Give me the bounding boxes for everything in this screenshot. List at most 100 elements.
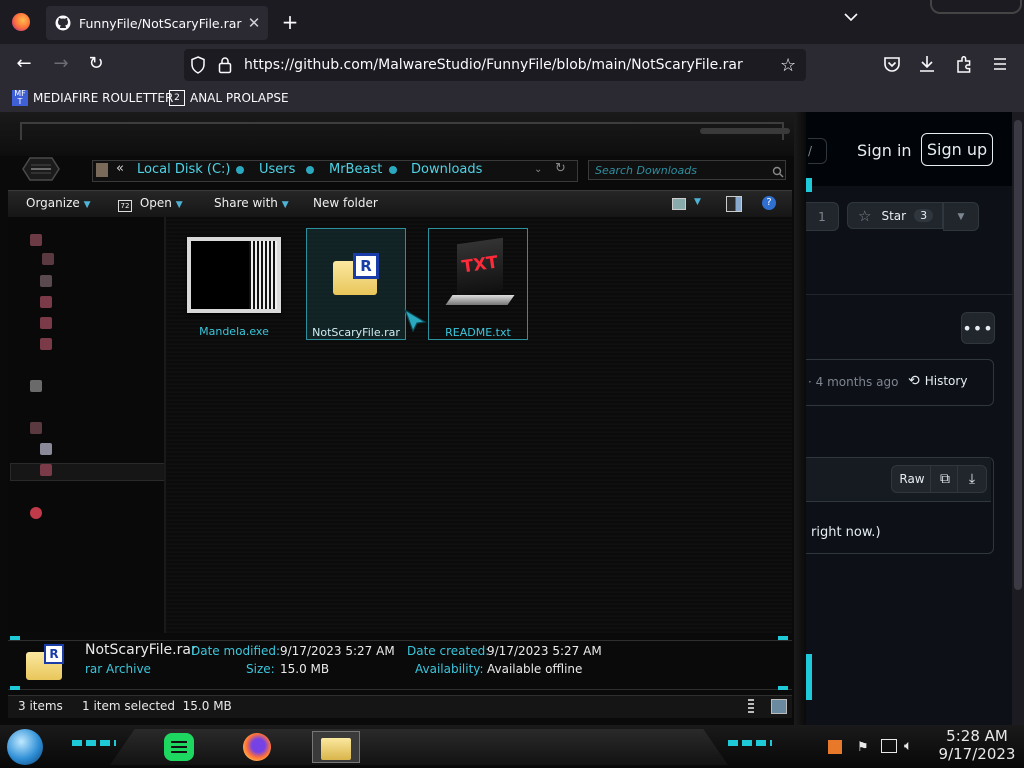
sign-in-link[interactable]: Sign in [857, 141, 912, 160]
scrollbar-thumb[interactable] [1014, 120, 1022, 590]
date-modified-value: 9/17/2023 5:27 AM [280, 644, 395, 658]
preview-pane-icon[interactable] [726, 196, 742, 212]
start-button-icon[interactable] [7, 729, 43, 765]
bookmark-label: ANAL PROLAPSE [190, 91, 289, 105]
frame-light [806, 178, 812, 192]
search-input[interactable]: Search Downloads [588, 160, 786, 180]
open-app-icon: 72 [118, 200, 132, 212]
share-with-button[interactable]: Share with ▼ [214, 196, 289, 210]
star-dropdown-button[interactable]: ▼ [943, 202, 979, 231]
hamburger-menu-icon[interactable] [992, 56, 1008, 72]
shield-icon[interactable] [190, 56, 206, 74]
large-icons-view-icon[interactable] [771, 699, 787, 714]
organize-label: Organize [26, 196, 80, 210]
notification-flag-icon[interactable] [828, 740, 842, 754]
github-header-partial-button: / [808, 138, 827, 164]
firefox-icon[interactable] [240, 731, 274, 763]
new-tab-icon[interactable]: + [280, 10, 300, 34]
favorites-icon[interactable] [30, 234, 42, 246]
copy-button[interactable]: ⧉ [930, 465, 960, 493]
selection-info: 1 item selected 15.0 MB [82, 699, 232, 713]
search-icon[interactable] [772, 163, 784, 178]
file-item-mandela[interactable]: Mandela.exe [184, 228, 284, 340]
breadcrumb-overflow-icon[interactable]: « [116, 161, 124, 176]
exe-thumbnail-icon [187, 237, 281, 313]
breadcrumb-local-disk[interactable]: Local Disk (C:) [137, 162, 230, 177]
details-rar-icon: R [26, 644, 66, 680]
nav-item-icon[interactable] [40, 443, 52, 455]
file-explorer-icon[interactable] [312, 731, 360, 763]
more-options-button[interactable]: ••• [961, 312, 995, 344]
network-tray-icon[interactable] [881, 739, 897, 753]
nav-selected-row[interactable] [10, 463, 165, 481]
titlebar-accent [700, 128, 790, 134]
breadcrumb-separator[interactable] [389, 166, 397, 174]
back-icon[interactable]: ← [12, 52, 36, 76]
flag-icon[interactable]: ⚑ [857, 740, 869, 755]
refresh-icon[interactable]: ↻ [555, 161, 566, 176]
nav-item-icon[interactable] [40, 338, 52, 350]
chevron-down-icon[interactable] [844, 10, 864, 26]
breadcrumb-downloads[interactable]: Downloads [411, 162, 482, 177]
fork-count: 1 [818, 209, 826, 224]
breadcrumb-mrbeast[interactable]: MrBeast [329, 162, 382, 177]
address-dropdown-icon[interactable]: ⌄ [534, 164, 542, 175]
nav-arrows-icon[interactable] [22, 156, 60, 182]
history-link[interactable]: ⟲ History [908, 373, 967, 389]
bookmark-mediafire[interactable]: MF T MEDIAFIRE ROULETTER [12, 89, 173, 107]
blob-text: right now.) [811, 525, 881, 540]
txt-file-icon: TXT [445, 237, 515, 313]
share-with-label: Share with [214, 196, 278, 210]
file-item-readme[interactable]: TXT README.txt [428, 228, 528, 340]
system-clock[interactable]: 5:28 AM 9/17/2023 [930, 728, 1024, 764]
download-raw-button[interactable]: ⤓ [957, 465, 987, 493]
url-text[interactable]: https://github.com/MalwareStudio/FunnyFi… [244, 57, 743, 73]
bookmark-star-icon[interactable]: ☆ [780, 55, 800, 76]
homegroup-icon[interactable] [30, 380, 42, 392]
fork-count-button[interactable]: 1 [805, 202, 839, 231]
reload-icon[interactable]: ↻ [84, 52, 108, 76]
size-label: Size: [246, 662, 275, 676]
new-folder-button[interactable]: New folder [313, 196, 378, 210]
download-icon[interactable] [918, 54, 936, 74]
clock-time: 5:28 AM [946, 727, 1008, 745]
open-label: Open [139, 196, 172, 210]
nav-item-icon[interactable] [40, 275, 52, 287]
pocket-icon[interactable] [883, 55, 901, 73]
help-icon[interactable]: ? [762, 196, 776, 210]
caret-down-icon: ▼ [957, 211, 965, 222]
local-disk-icon[interactable] [40, 464, 52, 476]
nav-item-icon[interactable] [40, 317, 52, 329]
breadcrumb-users[interactable]: Users [259, 162, 295, 177]
dropdown-arrow-icon: ▼ [83, 200, 91, 210]
star-button[interactable]: ☆ Star 3 [847, 202, 943, 229]
raw-button[interactable]: Raw [891, 465, 933, 493]
date-created-label: Date created: [407, 644, 490, 658]
tab-active[interactable]: FunnyFile/NotScaryFile.rar at m ✕ [46, 6, 268, 40]
forward-icon[interactable]: → [49, 52, 73, 76]
github-icon [55, 15, 71, 31]
details-view-icon[interactable] [748, 699, 754, 713]
sign-up-button[interactable]: Sign up [921, 133, 993, 166]
breadcrumb-separator[interactable] [236, 166, 244, 174]
close-tab-icon[interactable]: ✕ [244, 14, 264, 32]
file-name: Mandela.exe [199, 325, 269, 338]
spotify-icon[interactable] [162, 731, 196, 763]
nav-item-icon[interactable] [40, 296, 52, 308]
github-divider [805, 294, 1024, 295]
extensions-icon[interactable] [955, 55, 973, 73]
change-view-icon[interactable] [672, 198, 686, 210]
firefox-menu-icon[interactable] [12, 13, 30, 31]
volume-icon[interactable]: 🔈︎ [904, 738, 912, 754]
network-icon[interactable] [30, 507, 42, 519]
open-button[interactable]: 72 Open ▼ [118, 196, 183, 212]
computer-icon[interactable] [30, 422, 42, 434]
bookmark-second[interactable]: 2 ANAL PROLAPSE [169, 89, 289, 107]
organize-button[interactable]: Organize ▼ [26, 196, 91, 210]
lock-icon[interactable] [218, 56, 232, 74]
tab-title: FunnyFile/NotScaryFile.rar at m [79, 15, 244, 31]
view-dropdown-icon[interactable]: ▼ [694, 197, 701, 207]
breadcrumb-separator[interactable] [306, 166, 314, 174]
file-item-notscaryfile[interactable]: R NotScaryFile.rar [306, 228, 406, 340]
nav-item-icon[interactable] [42, 253, 54, 265]
